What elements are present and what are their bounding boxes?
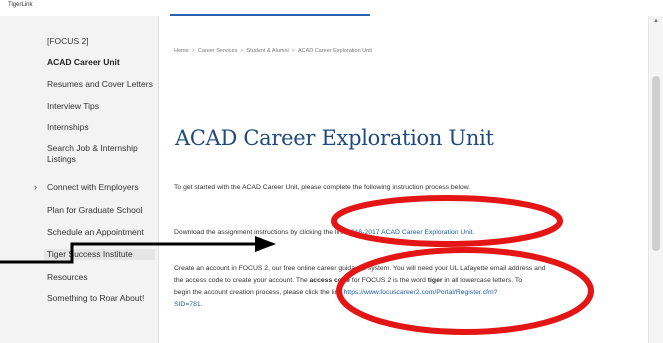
sidebar-item-connect-employers[interactable]: › Connect with Employers [34, 182, 153, 193]
breadcrumb: Home > Career Services > Student & Alumni > AC… [174, 48, 372, 54]
sidebar-item-interview-tips[interactable]: Interview Tips [47, 101, 153, 112]
sidebar-item-acad-career-unit[interactable]: ACAD Career Unit [47, 57, 153, 68]
scrollbar[interactable]: ▲ [648, 16, 663, 343]
create-account-paragraph: Create an account in FOCUS 2, our free o… [174, 263, 594, 311]
page-title: ACAD Career Exploration Unit [175, 126, 494, 150]
sidebar-item-internships[interactable]: Internships [47, 122, 153, 133]
breadcrumb-separator: > [291, 48, 295, 54]
sidebar-item-resources[interactable]: Resources [47, 272, 153, 283]
create-account-line-1: Create an account in FOCUS 2, our free o… [174, 265, 546, 272]
text-segment: the access code to create your account. … [174, 277, 310, 284]
register-link-continued[interactable]: SID=781. [174, 301, 203, 308]
text-segment: in all lowercase letters. To [442, 277, 523, 284]
breadcrumb-current: ACAD Career Exploration Unit [297, 48, 372, 54]
sidebar-item-label: Connect with Employers [47, 182, 139, 192]
sidebar-item-job-listings[interactable]: Search Job & Internship Listings [47, 143, 153, 165]
sidebar-item-tiger-success[interactable]: Tiger Success Institute [44, 249, 155, 260]
sidebar: [FOCUS 2] ACAD Career Unit Resumes and C… [0, 16, 159, 343]
breadcrumb-separator: > [191, 48, 195, 54]
download-paragraph: Download the assignment instructions by … [174, 227, 594, 239]
scroll-up-icon[interactable]: ▲ [653, 18, 659, 24]
create-account-line-3: begin the account creation process, plea… [174, 287, 594, 299]
sidebar-item-resumes[interactable]: Resumes and Cover Letters [47, 79, 153, 90]
text-segment: begin the account creation process, plea… [174, 289, 344, 296]
create-account-line-2: the access code to create your account. … [174, 275, 594, 287]
assignment-link[interactable]: 2016-2017 ACAD Career Exploration Unit. [347, 229, 474, 236]
access-code-bold: access code [309, 277, 350, 284]
scrollbar-thumb[interactable] [652, 76, 660, 251]
chevron-right-icon: › [34, 182, 37, 192]
breadcrumb-separator: > [240, 48, 244, 54]
create-account-line-4: SID=781. [174, 299, 594, 311]
main-content: Home > Career Services > Student & Alumni > AC… [159, 16, 649, 343]
tiger-bold: tiger [427, 277, 443, 284]
sidebar-item-focus2[interactable]: [FOCUS 2] [47, 36, 153, 47]
download-text: Download the assignment instructions by … [174, 229, 348, 236]
sidebar-item-schedule-appointment[interactable]: Schedule an Appointment [47, 227, 153, 238]
breadcrumb-home[interactable]: Home [174, 48, 189, 54]
text-segment: for FOCUS 2 is the word [349, 277, 428, 284]
sidebar-item-something-to-roar[interactable]: Something to Roar About! [47, 293, 153, 304]
register-link[interactable]: https://www.focuscareer2.com/Portal/Regi… [344, 289, 498, 296]
breadcrumb-career-services[interactable]: Career Services [198, 48, 237, 54]
breadcrumb-students[interactable]: Student & Alumni [247, 48, 289, 54]
sidebar-item-graduate-school[interactable]: Plan for Graduate School [47, 205, 153, 216]
intro-paragraph: To get started with the ACAD Career Unit… [174, 184, 471, 191]
tab-label[interactable]: TigerLink [8, 2, 32, 8]
